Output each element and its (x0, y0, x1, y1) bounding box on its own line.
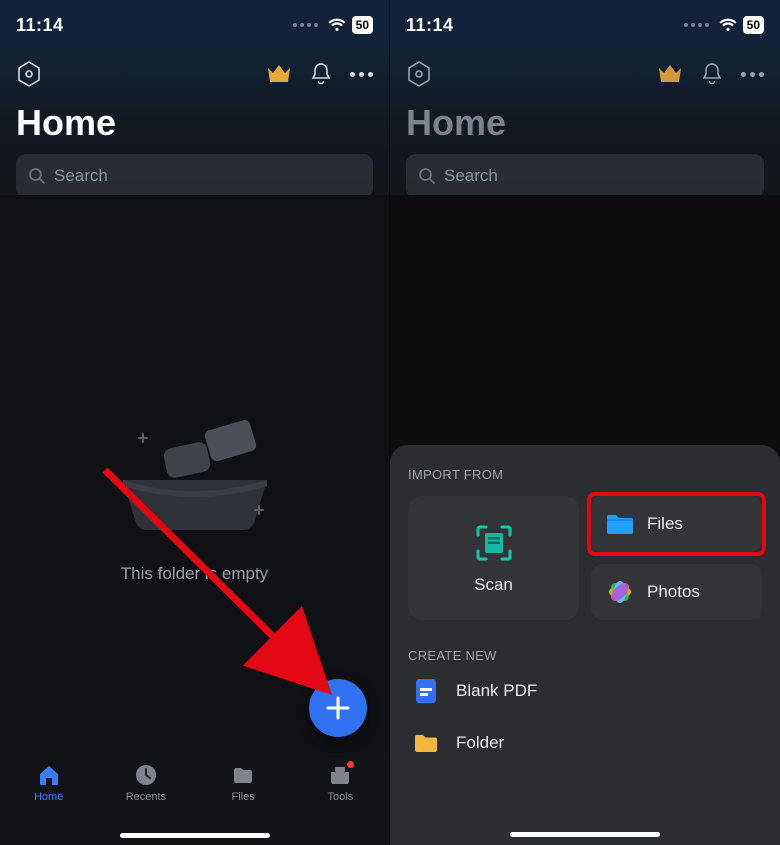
status-bar: 11:14 50 (16, 0, 373, 50)
page-title: Home (406, 102, 764, 144)
more-icon[interactable] (350, 72, 373, 77)
add-button[interactable] (309, 679, 367, 737)
create-blank-pdf-label: Blank PDF (456, 681, 537, 701)
status-right: 50 (684, 16, 764, 34)
folder-yellow-icon (412, 729, 440, 757)
clock-icon (134, 763, 158, 787)
phone-screen-right: 11:14 50 Home Searc (390, 0, 780, 845)
create-heading: CREATE NEW (408, 648, 762, 663)
import-scan-button[interactable]: Scan (408, 496, 579, 620)
bell-icon[interactable] (701, 62, 723, 86)
battery-icon: 50 (743, 16, 764, 34)
wifi-icon (719, 18, 737, 32)
signal-dots-icon (684, 23, 709, 27)
empty-state: This folder is empty (0, 400, 389, 584)
status-bar: 11:14 50 (406, 0, 764, 50)
import-scan-label: Scan (474, 575, 513, 595)
home-icon (37, 763, 61, 787)
search-input[interactable]: Search (16, 154, 373, 198)
empty-state-text: This folder is empty (121, 564, 268, 584)
more-icon[interactable] (741, 72, 764, 77)
folder-icon (231, 763, 255, 787)
import-photos-button[interactable]: Photos (591, 564, 762, 620)
search-placeholder: Search (444, 166, 498, 186)
import-files-button[interactable]: Files (591, 496, 762, 552)
files-folder-icon (605, 511, 635, 537)
crown-icon[interactable] (266, 63, 292, 85)
battery-icon: 50 (352, 16, 373, 34)
search-icon (418, 167, 436, 185)
home-indicator[interactable] (510, 832, 660, 837)
notification-dot (347, 761, 354, 768)
status-time: 11:14 (406, 15, 454, 36)
settings-icon[interactable] (406, 61, 432, 87)
header-area: 11:14 50 Home Searc (0, 0, 389, 195)
import-files-label: Files (647, 514, 683, 534)
create-folder-button[interactable]: Folder (408, 729, 762, 757)
tab-bar: Home Recents Files Tools (0, 753, 389, 845)
pdf-icon (412, 677, 440, 705)
header-area: 11:14 50 Home Searc (390, 0, 780, 195)
import-heading: IMPORT FROM (408, 467, 762, 482)
page-title: Home (16, 102, 373, 144)
create-folder-label: Folder (456, 733, 504, 753)
app-toolbar (406, 56, 764, 92)
tab-tools[interactable]: Tools (300, 763, 380, 845)
crown-icon[interactable] (657, 63, 683, 85)
photos-icon (605, 579, 635, 605)
home-indicator[interactable] (120, 833, 270, 838)
signal-dots-icon (293, 23, 318, 27)
add-sheet: IMPORT FROM Scan (390, 445, 780, 845)
settings-icon[interactable] (16, 61, 42, 87)
empty-tray-icon (105, 400, 285, 540)
tab-home[interactable]: Home (9, 763, 89, 845)
status-right: 50 (293, 16, 373, 34)
status-time: 11:14 (16, 15, 64, 36)
import-photos-label: Photos (647, 582, 700, 602)
search-input[interactable]: Search (406, 154, 764, 198)
wifi-icon (328, 18, 346, 32)
scan-icon (472, 521, 516, 565)
create-blank-pdf-button[interactable]: Blank PDF (408, 677, 762, 705)
bell-icon[interactable] (310, 62, 332, 86)
app-toolbar (16, 56, 373, 92)
plus-icon (325, 695, 351, 721)
phone-screen-left: 11:14 50 Home Searc (0, 0, 390, 845)
search-placeholder: Search (54, 166, 108, 186)
search-icon (28, 167, 46, 185)
